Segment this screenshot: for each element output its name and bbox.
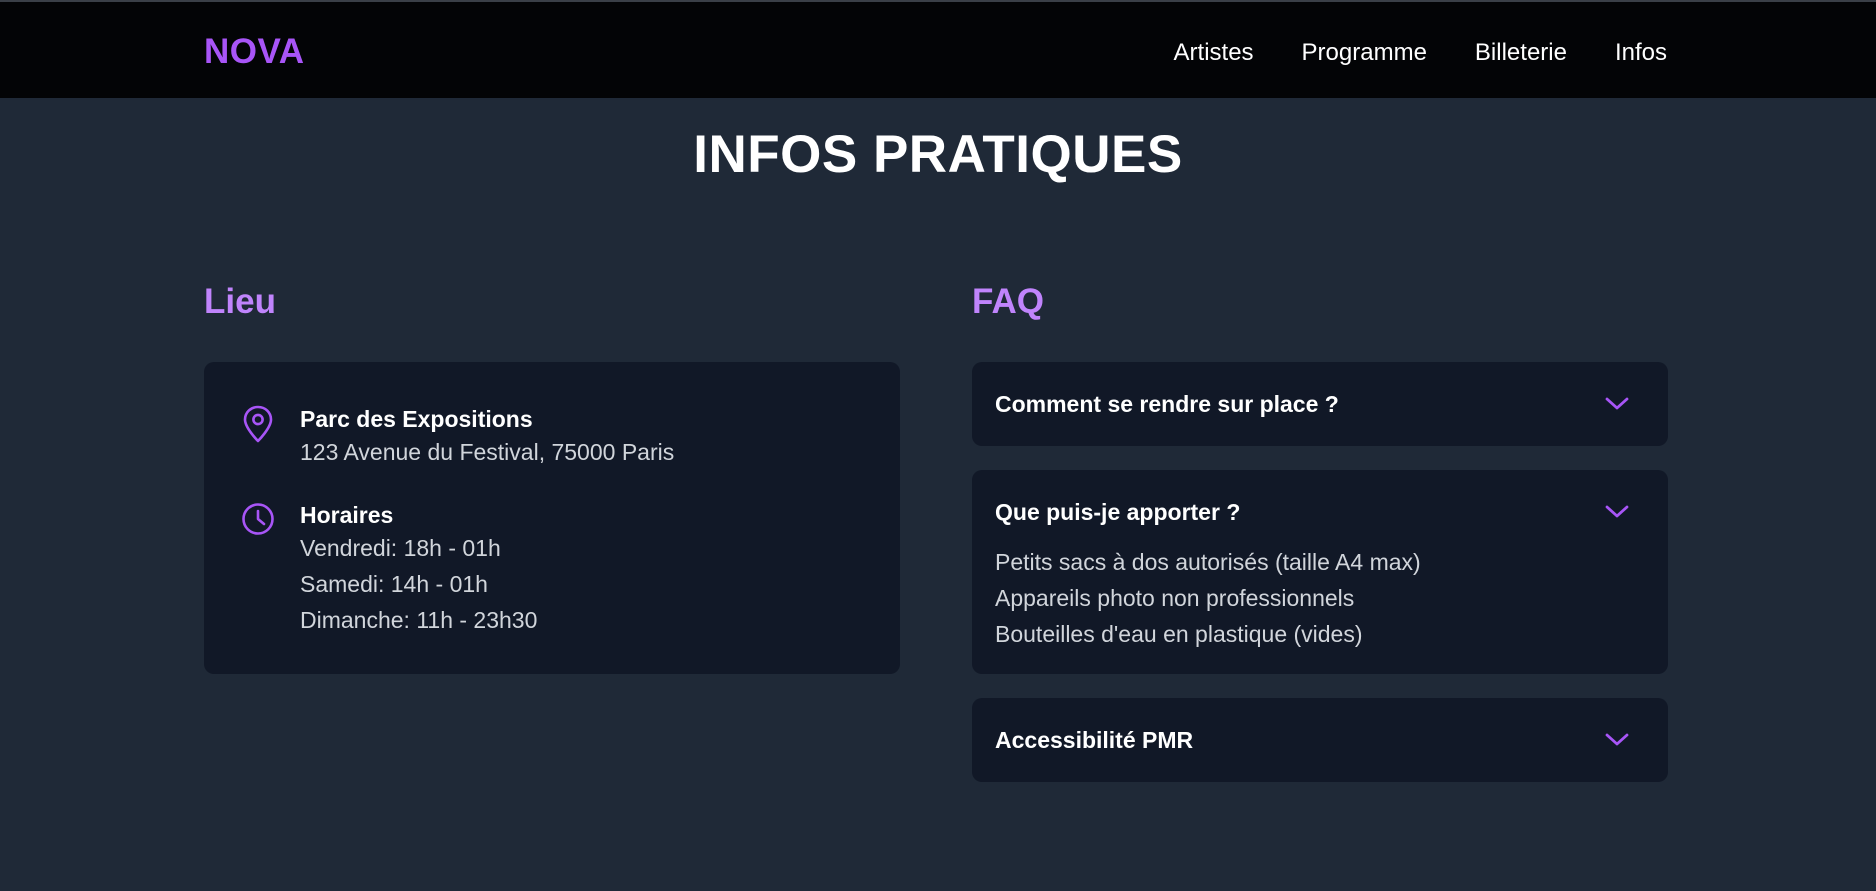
nav-link-programme[interactable]: Programme [1302, 39, 1427, 67]
nav-links: Artistes Programme Billeterie Infos [1174, 39, 1667, 67]
lieu-heading: Lieu [204, 282, 276, 321]
nav-link-artistes[interactable]: Artistes [1174, 39, 1254, 67]
faq-answer-line: Bouteilles d'eau en plastique (vides) [995, 621, 1363, 647]
faq-answer: Petits sacs à dos autorisés (taille A4 m… [995, 544, 1421, 652]
chevron-down-icon[interactable] [1604, 732, 1630, 748]
hours-line: Vendredi: 18h - 01h [300, 535, 501, 561]
venue-title: Parc des Expositions [300, 406, 533, 432]
faq-answer-line: Petits sacs à dos autorisés (taille A4 m… [995, 549, 1421, 575]
map-pin-icon [240, 404, 276, 444]
page-title: INFOS PRATIQUES [693, 125, 1183, 184]
hours-title: Horaires [300, 502, 394, 528]
chevron-down-icon[interactable] [1604, 504, 1630, 520]
venue-text: Parc des Expositions 123 Avenue du Festi… [300, 404, 860, 470]
faq-answer-line: Appareils photo non professionnels [995, 585, 1355, 611]
faq-question[interactable]: Comment se rendre sur place ? [995, 389, 1339, 419]
venue-row: Parc des Expositions 123 Avenue du Festi… [240, 404, 880, 484]
clock-icon [240, 500, 276, 540]
nav-link-infos[interactable]: Infos [1615, 39, 1667, 67]
faq-item[interactable]: Que puis-je apporter ? Petits sacs à dos… [972, 470, 1668, 674]
faq-question[interactable]: Que puis-je apporter ? [995, 497, 1240, 527]
navbar: NOVA Artistes Programme Billeterie Infos [0, 0, 1876, 98]
faq-question[interactable]: Accessibilité PMR [995, 725, 1193, 755]
hours-text: Horaires Vendredi: 18h - 01h Samedi: 14h… [300, 500, 860, 638]
venue-address: 123 Avenue du Festival, 75000 Paris [300, 439, 675, 465]
nav-link-billeterie[interactable]: Billeterie [1475, 39, 1567, 67]
logo[interactable]: NOVA [204, 32, 305, 72]
hours-row: Horaires Vendredi: 18h - 01h Samedi: 14h… [240, 500, 880, 650]
chevron-down-icon[interactable] [1604, 396, 1630, 412]
faq-item[interactable]: Comment se rendre sur place ? [972, 362, 1668, 446]
hours-line: Dimanche: 11h - 23h30 [300, 607, 538, 633]
faq-item[interactable]: Accessibilité PMR [972, 698, 1668, 782]
hours-line: Samedi: 14h - 01h [300, 571, 488, 597]
lieu-card: Parc des Expositions 123 Avenue du Festi… [204, 362, 900, 674]
faq-heading: FAQ [972, 282, 1044, 321]
